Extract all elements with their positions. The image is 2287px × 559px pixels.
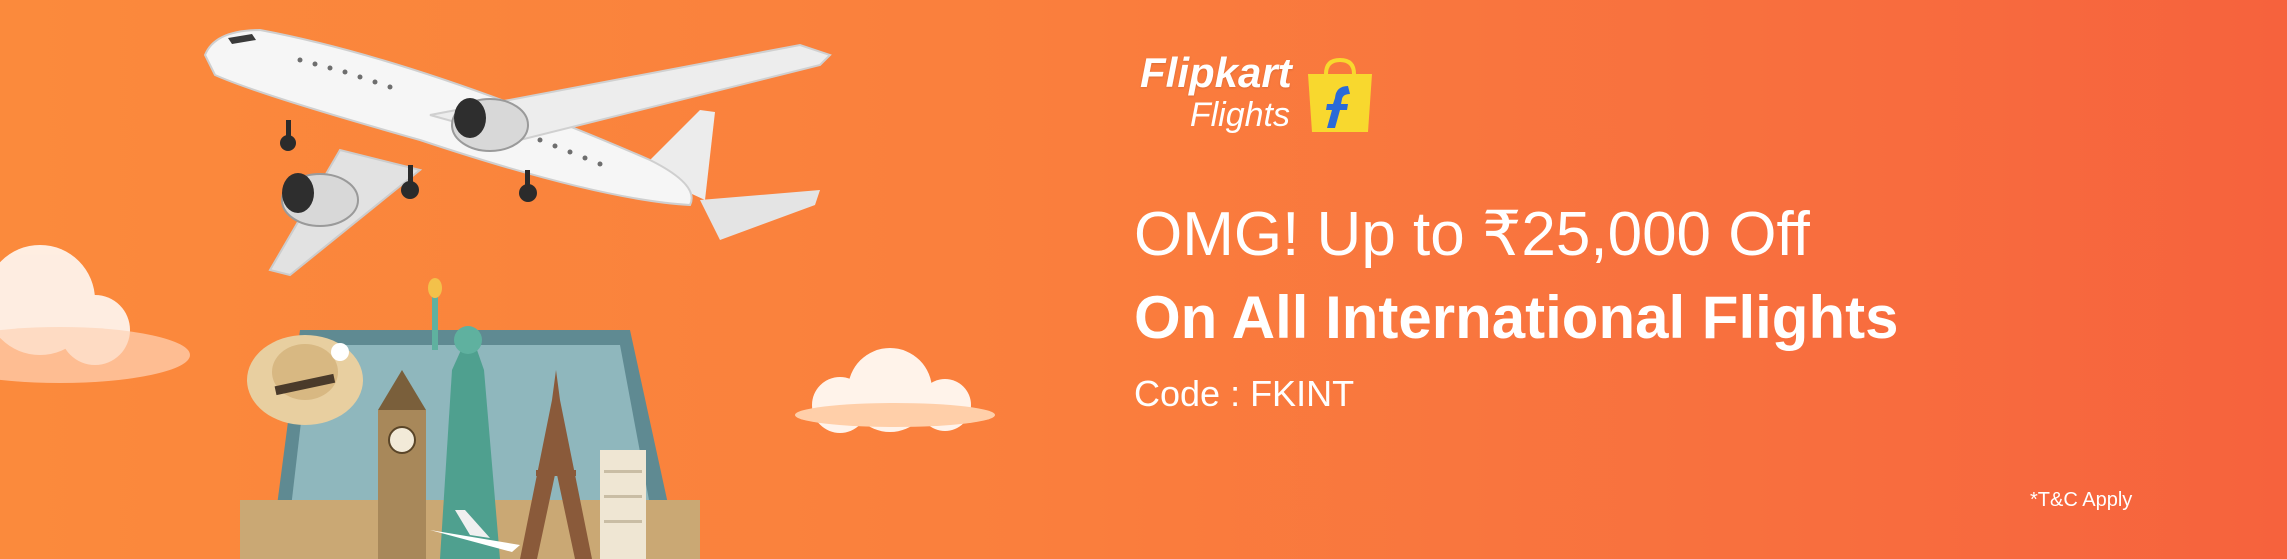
flipkart-flights-logo: Flipkart Flights bbox=[1140, 50, 1380, 140]
airplane-icon bbox=[203, 28, 832, 277]
landmark-tower-icon bbox=[600, 450, 646, 559]
cloud-icon bbox=[795, 348, 995, 433]
promo-code: Code : FKINT bbox=[1134, 373, 1355, 414]
logo-product-text: Flights bbox=[1189, 96, 1290, 134]
big-ben-icon bbox=[378, 370, 426, 559]
flipkart-bag-icon bbox=[1308, 57, 1372, 132]
offer-subheadline: On All International Flights bbox=[1134, 284, 1899, 351]
promo-banner[interactable]: Flipkart Flights OMG! Up to ₹25,000 Off … bbox=[0, 0, 2287, 559]
terms-note: *T&C Apply bbox=[2030, 489, 2133, 511]
logo-brand-text: Flipkart bbox=[1140, 49, 1292, 96]
cloud-icon bbox=[0, 245, 190, 383]
offer-headline: OMG! Up to ₹25,000 Off bbox=[1134, 200, 1810, 269]
travel-illustration bbox=[0, 28, 995, 559]
hat-icon bbox=[247, 335, 363, 425]
